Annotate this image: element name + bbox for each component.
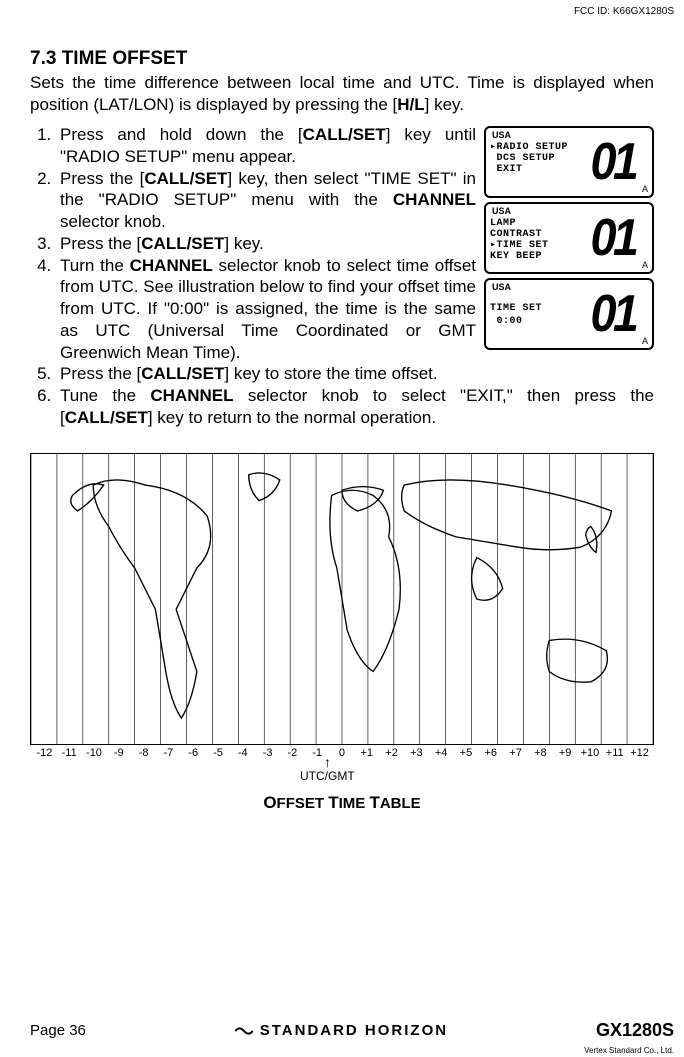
lcd-screen-1: USA ▸RADIO SETUP DCS SETUP EXIT 01 A <box>484 126 654 198</box>
tz-tick: +11 <box>602 747 627 759</box>
tz-tick: +2 <box>379 747 404 759</box>
brand-text: STANDARD HORIZON <box>260 1022 448 1039</box>
lcd-channel-number: 01 <box>591 208 636 268</box>
lcd-a-indicator: A <box>642 260 648 270</box>
lcd-screen-2: USA LAMP CONTRAST ▸TIME SET KEY BEEP 01 … <box>484 202 654 274</box>
tz-tick: -5 <box>206 747 231 759</box>
tz-tick: +6 <box>478 747 503 759</box>
map-caption: OFFSET TIME TABLE <box>30 793 654 813</box>
lcd-menu-text: ▸RADIO SETUP DCS SETUP EXIT <box>490 142 568 175</box>
brand-icon <box>234 1024 254 1038</box>
usa-label: USA <box>492 206 511 216</box>
tz-tick: -12 <box>32 747 57 759</box>
tz-tick: -3 <box>255 747 280 759</box>
lcd-line: LAMP <box>490 218 516 229</box>
step-text: Press the [ <box>60 234 141 253</box>
steps-list-cont: Press the [CALL/SET] key to store the ti… <box>30 363 654 428</box>
tz-tick: -2 <box>280 747 305 759</box>
step-key: CHANNEL <box>393 190 476 209</box>
world-map-box <box>30 453 654 745</box>
brand-logo: STANDARD HORIZON <box>234 1022 448 1039</box>
step-text: selector knob. <box>60 212 166 231</box>
step-key: CALL/SET <box>144 169 227 188</box>
step-3: Press the [CALL/SET] key. <box>56 233 476 255</box>
tz-tick: -9 <box>106 747 131 759</box>
tz-tick: 0 <box>330 747 355 759</box>
lcd-line: ▸TIME SET <box>490 240 549 251</box>
page-footer: Page 36 STANDARD HORIZON GX1280S <box>30 1020 674 1041</box>
lcd-line: DCS SETUP <box>490 153 555 164</box>
lcd-channel-number: 01 <box>591 284 636 344</box>
usa-label: USA <box>492 282 511 292</box>
step-text: Turn the <box>60 256 130 275</box>
manufacturer: Vertex Standard Co., Ltd. <box>584 1046 674 1055</box>
step-6: Tune the CHANNEL selector knob to select… <box>56 385 654 429</box>
tz-tick: +3 <box>404 747 429 759</box>
lcd-line: TIME SET <box>490 303 542 314</box>
caption-text: ABLE <box>380 795 421 812</box>
lcd-a-indicator: A <box>642 336 648 346</box>
lcd-line: ▸RADIO SETUP <box>490 142 568 153</box>
step-text: ] key to return to the normal operation. <box>148 408 436 427</box>
lcd-line: 0:00 <box>490 316 523 327</box>
intro-text-1: Sets the time difference between local t… <box>30 73 654 114</box>
tz-tick: +8 <box>528 747 553 759</box>
utc-label: UTC/GMT <box>300 769 355 783</box>
caption-text: FFSET <box>277 795 329 812</box>
section-title: 7.3 TIME OFFSET <box>30 48 654 70</box>
step-4: Turn the CHANNEL selector knob to select… <box>56 255 476 364</box>
tz-tick: +4 <box>429 747 454 759</box>
step-text: Press and hold down the [ <box>60 125 303 144</box>
utc-arrow-icon: ↑ <box>324 755 331 769</box>
step-key: CHANNEL <box>130 256 213 275</box>
lcd-line: KEY BEEP <box>490 251 542 262</box>
tz-tick: -6 <box>181 747 206 759</box>
tz-tick: -10 <box>82 747 107 759</box>
steps-list: Press and hold down the [CALL/SET] key u… <box>30 124 476 363</box>
step-text: Tune the <box>60 386 150 405</box>
world-map-svg <box>31 454 653 744</box>
lcd-menu-text: LAMP CONTRAST ▸TIME SET KEY BEEP <box>490 218 549 262</box>
step-text: Press the [ <box>60 169 144 188</box>
hl-key: H/L <box>397 95 424 114</box>
tz-tick: +7 <box>503 747 528 759</box>
lcd-screens: USA ▸RADIO SETUP DCS SETUP EXIT 01 A USA… <box>484 124 654 363</box>
lcd-menu-text: TIME SET 0:00 <box>490 302 542 328</box>
step-1: Press and hold down the [CALL/SET] key u… <box>56 124 476 168</box>
tz-tick: -4 <box>230 747 255 759</box>
step-key: CALL/SET <box>65 408 148 427</box>
step-2: Press the [CALL/SET] key, then select "T… <box>56 168 476 233</box>
tz-tick: +1 <box>354 747 379 759</box>
model-number: GX1280S <box>596 1020 674 1041</box>
step-text: ] key. <box>224 234 263 253</box>
tz-tick: -8 <box>131 747 156 759</box>
step-key: CHANNEL <box>150 386 233 405</box>
tz-tick: +5 <box>454 747 479 759</box>
intro-text-2: ] key. <box>425 95 464 114</box>
lcd-line: EXIT <box>490 164 523 175</box>
tz-tick: -7 <box>156 747 181 759</box>
step-text: Press the [ <box>60 364 141 383</box>
usa-label: USA <box>492 130 511 140</box>
lcd-screen-3: USA TIME SET 0:00 01 A <box>484 278 654 350</box>
step-5: Press the [CALL/SET] key to store the ti… <box>56 363 654 385</box>
tz-tick: +10 <box>578 747 603 759</box>
tz-tick: -11 <box>57 747 82 759</box>
step-key: CALL/SET <box>141 364 224 383</box>
page-number: Page 36 <box>30 1022 86 1039</box>
lcd-channel-number: 01 <box>591 132 636 192</box>
lcd-line: CONTRAST <box>490 229 542 240</box>
step-key: CALL/SET <box>303 125 386 144</box>
step-key: CALL/SET <box>141 234 224 253</box>
caption-text: IME <box>339 795 370 812</box>
lcd-a-indicator: A <box>642 184 648 194</box>
timezone-scale: -12 -11 -10 -9 -8 -7 -6 -5 -4 -3 -2 -1 0… <box>30 747 654 759</box>
tz-tick: +9 <box>553 747 578 759</box>
tz-tick: +12 <box>627 747 652 759</box>
fcc-id: FCC ID: K66GX1280S <box>574 6 674 17</box>
intro-paragraph: Sets the time difference between local t… <box>30 72 654 116</box>
step-text: ] key to store the time offset. <box>224 364 437 383</box>
offset-time-map: -12 -11 -10 -9 -8 -7 -6 -5 -4 -3 -2 -1 0… <box>30 453 654 813</box>
